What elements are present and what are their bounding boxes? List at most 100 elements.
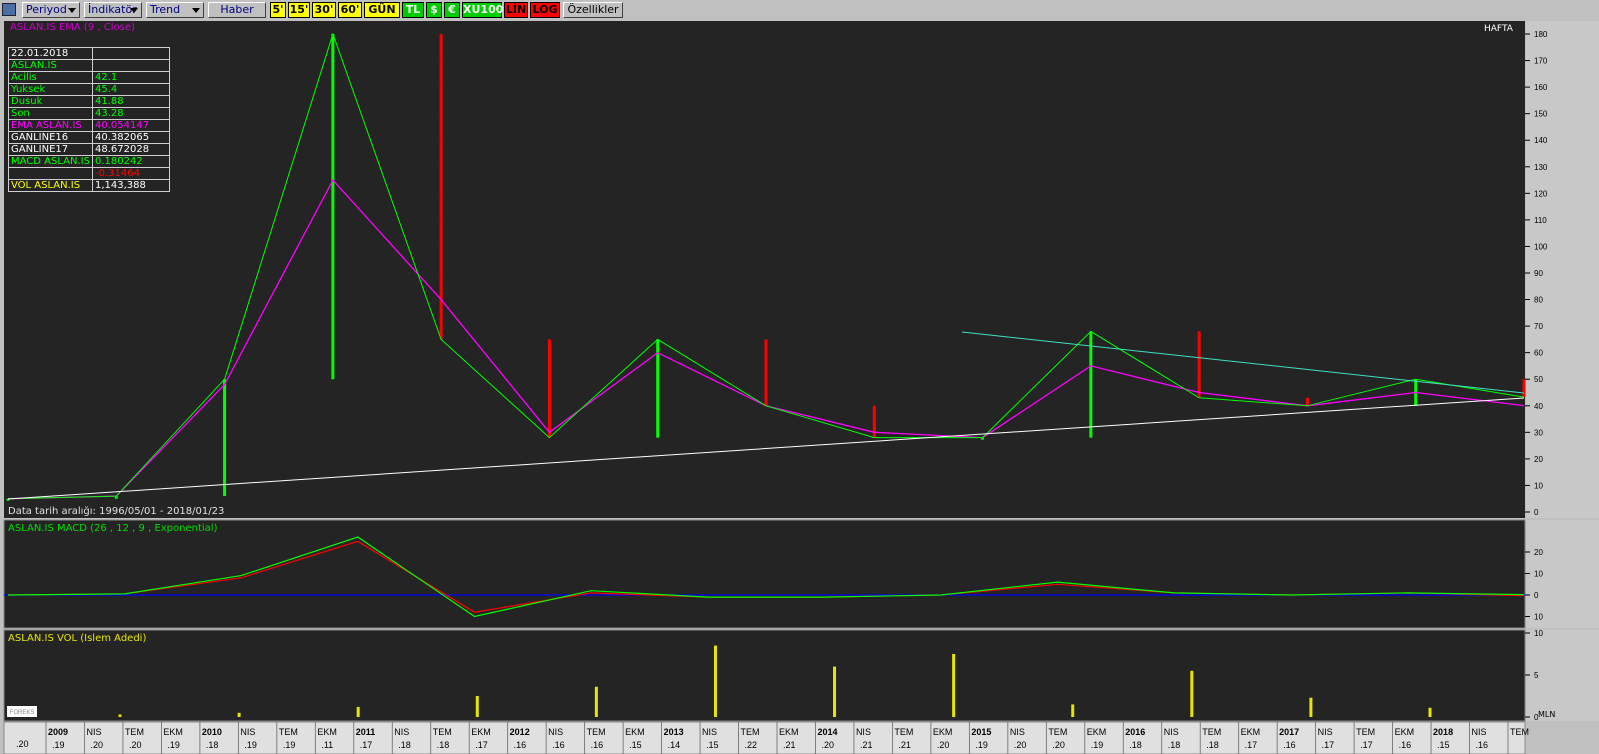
currency-tl-button[interactable]: TL [402,2,424,18]
info-panel: 22.01.2018 ASLAN.IS Acilis 42.1 Yuksek 45.… [8,47,170,192]
x-axis-sublabel: .15 [1437,740,1450,750]
chart-area[interactable]: 0102030405060708090100110120130140150160… [0,20,1599,754]
x-axis-first-label: .20 [16,739,29,749]
price-candle [439,34,443,340]
info-label [8,167,93,180]
x-axis-sublabel: .17 [475,740,488,750]
x-axis-sublabel: .16 [1283,740,1296,750]
x-axis-label: TEM [1202,727,1221,737]
x-axis-label: TEM [1048,727,1067,737]
period-30m-button[interactable]: 30' [312,2,336,18]
log-scale-button[interactable]: LOG [530,2,560,18]
period-15m-button[interactable]: 15' [288,2,310,18]
x-axis-sublabel: .19 [244,740,257,750]
period-60m-button[interactable]: 60' [338,2,362,18]
price-candle [764,339,768,406]
volume-y-tick-label: 5 [1534,671,1539,680]
haber-button[interactable]: Haber [208,2,266,18]
macd-y-tick-label: 20 [1534,548,1543,557]
x-axis-sublabel: .21 [783,740,796,750]
info-value: 41.88 [92,95,170,108]
x-axis-sublabel: .19 [167,740,180,750]
info-label: Yuksek [8,83,93,96]
foreks-logo-text: FOREKS [10,710,35,716]
x-axis-label: EKM [1395,727,1415,737]
price-y-tick-label: 140 [1534,136,1548,145]
currency-eur-button[interactable]: € [444,2,460,18]
ozellikler-button[interactable]: Özellikler [563,2,623,18]
price-y-tick-label: 100 [1534,242,1548,251]
xu100-button[interactable]: XU100 [462,2,503,18]
info-value: 42.1 [92,71,170,84]
price-y-tick-label: 90 [1534,269,1543,278]
app-icon[interactable] [2,3,16,16]
price-y-tick-label: 0 [1534,508,1539,517]
volume-y-tick-label: 10 [1534,629,1543,638]
volume-indicator-label: ASLAN.IS VOL (Islem Adedi) [8,633,147,644]
x-axis-label: EKM [471,727,491,737]
x-axis-label: TEM [1510,727,1529,737]
price-candle [1089,331,1093,438]
x-axis-label: EKM [163,727,183,737]
price-y-tick-label: 80 [1534,296,1543,305]
x-axis-label: TEM [741,727,760,737]
macd-y-tick-label: 0 [1534,591,1539,600]
date-range-label: Data tarih aralığı: 1996/05/01 - 2018/01… [8,506,225,517]
period-daily-button[interactable]: GÜN [364,2,400,18]
x-axis-sublabel: .20 [1014,740,1027,750]
x-axis-sublabel: .20 [1052,740,1065,750]
info-value: 45.4 [92,83,170,96]
info-value: 40.382065 [92,131,170,144]
x-axis-label: NIS [1164,727,1179,737]
period-5m-button[interactable]: 5' [270,2,286,18]
x-axis-label: EKM [625,727,645,737]
x-axis-label: NIS [86,727,101,737]
volume-bar [952,654,956,717]
info-label: EMA ASLAN.IS [8,119,93,132]
x-axis-label: TEM [279,727,298,737]
trend-dropdown[interactable]: Trend [146,2,204,18]
indikator-dropdown[interactable]: İndikatör [84,2,142,18]
info-label: Son [8,107,93,120]
price-candle [1197,331,1201,398]
trend-label: Trend [150,3,181,16]
x-axis-label: 2009 [48,727,68,737]
price-candle [223,379,227,497]
x-axis-sublabel: .17 [1360,740,1373,750]
currency-usd-button[interactable]: $ [426,2,442,18]
x-axis-sublabel: .18 [1206,740,1219,750]
volume-bar [1428,707,1432,717]
x-axis-label: NIS [1318,727,1333,737]
x-axis-sublabel: .16 [1399,740,1412,750]
x-axis-label: 2013 [664,727,684,737]
x-axis-label: 2015 [971,727,991,737]
x-axis-label: 2014 [817,727,837,737]
volume-bar [118,714,122,717]
x-axis-label: NIS [856,727,871,737]
x-axis-label: TEM [1356,727,1375,737]
volume-bar [833,666,837,717]
chevron-down-icon [68,8,76,13]
info-value: 43.28 [92,107,170,120]
price-y-tick-label: 150 [1534,110,1548,119]
price-panel[interactable] [4,21,1525,518]
price-y-tick-label: 10 [1534,481,1543,490]
periyod-dropdown[interactable]: Periyod [22,2,80,18]
macd-y-tick-label: 10 [1534,613,1543,622]
linear-scale-button[interactable]: LİN [504,2,528,18]
chevron-down-icon [130,8,138,13]
info-value: 0.180242 [92,155,170,168]
x-axis-label: TEM [433,727,452,737]
x-axis-sublabel: .22 [745,740,758,750]
x-axis-label: NIS [702,727,717,737]
macd-panel[interactable] [3,519,1526,629]
x-axis-label: TEM [125,727,144,737]
x-axis-sublabel: .20 [129,740,142,750]
volume-unit-label: MLN [1538,709,1556,721]
info-value: 40.054147 [92,119,170,132]
x-axis-label: 2012 [510,727,530,737]
info-value: 1,143,388 [92,179,170,192]
volume-panel[interactable] [3,629,1526,722]
x-axis-sublabel: .19 [975,740,988,750]
info-label: VOL ASLAN.IS [8,179,93,192]
